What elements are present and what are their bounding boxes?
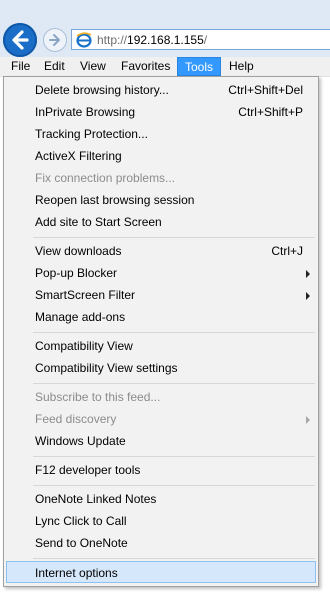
menu-view[interactable]: View xyxy=(73,57,113,76)
tools-dropdown-menu: Delete browsing history... Ctrl+Shift+De… xyxy=(3,76,319,587)
menu-help[interactable]: Help xyxy=(222,57,261,76)
menu-item-delete-browsing-history[interactable]: Delete browsing history... Ctrl+Shift+De… xyxy=(6,79,316,101)
menu-item-label: Pop-up Blocker xyxy=(35,266,118,280)
back-arrow-icon xyxy=(12,30,29,50)
url-text: http://192.168.1.155/ xyxy=(97,33,207,47)
menu-item-inprivate-browsing[interactable]: InPrivate Browsing Ctrl+Shift+P xyxy=(6,101,316,123)
menu-item-subscribe-to-feed: Subscribe to this feed... xyxy=(6,386,316,408)
menu-separator xyxy=(33,332,315,333)
menu-item-label: View downloads xyxy=(35,244,122,258)
menu-item-f12-developer-tools[interactable]: F12 developer tools xyxy=(6,459,316,481)
menu-item-shortcut: Ctrl+Shift+Del xyxy=(228,83,303,97)
menu-item-label: Delete browsing history... xyxy=(35,83,169,97)
menu-item-send-to-onenote[interactable]: Send to OneNote xyxy=(6,532,316,554)
menu-item-label: Send to OneNote xyxy=(35,536,128,550)
menu-item-lync-click-to-call[interactable]: Lync Click to Call xyxy=(6,510,316,532)
forward-arrow-icon xyxy=(49,34,60,46)
menu-item-add-to-start-screen[interactable]: Add site to Start Screen xyxy=(6,211,316,233)
menu-item-label: SmartScreen Filter xyxy=(35,288,136,302)
menu-item-windows-update[interactable]: Windows Update xyxy=(6,430,316,452)
submenu-arrow-icon xyxy=(306,292,310,300)
menu-item-compatibility-view[interactable]: Compatibility View xyxy=(6,335,316,357)
menu-item-popup-blocker[interactable]: Pop-up Blocker xyxy=(6,262,316,284)
navigation-bar: http://192.168.1.155/ xyxy=(0,0,330,57)
menu-item-label: Fix connection problems... xyxy=(35,171,176,185)
menu-item-label: Manage add-ons xyxy=(35,310,126,324)
menu-item-shortcut: Ctrl+J xyxy=(271,244,303,258)
address-bar[interactable]: http://192.168.1.155/ xyxy=(71,29,330,50)
menu-item-onenote-linked-notes[interactable]: OneNote Linked Notes xyxy=(6,488,316,510)
menu-item-shortcut: Ctrl+Shift+P xyxy=(238,105,303,119)
menu-item-label: Feed discovery xyxy=(35,412,117,426)
menu-item-label: Subscribe to this feed... xyxy=(35,390,161,404)
menu-item-smartscreen-filter[interactable]: SmartScreen Filter xyxy=(6,284,316,306)
forward-button[interactable] xyxy=(43,28,67,52)
back-button[interactable] xyxy=(3,23,37,57)
menu-item-tracking-protection[interactable]: Tracking Protection... xyxy=(6,123,316,145)
menu-item-label: Reopen last browsing session xyxy=(35,193,195,207)
menu-item-label: Compatibility View xyxy=(35,339,133,353)
menu-item-label: OneNote Linked Notes xyxy=(35,492,157,506)
menu-item-label: Add site to Start Screen xyxy=(35,215,162,229)
menu-item-label: InPrivate Browsing xyxy=(35,105,136,119)
menu-item-internet-options[interactable]: Internet options xyxy=(6,561,316,583)
menu-item-label: Internet options xyxy=(35,566,118,580)
menu-separator xyxy=(33,383,315,384)
submenu-arrow-icon xyxy=(306,416,310,424)
browser-window: http://192.168.1.155/ File Edit View Fav… xyxy=(0,0,330,596)
url-path: / xyxy=(203,33,208,47)
menu-bar: File Edit View Favorites Tools Help xyxy=(0,57,330,77)
menu-separator xyxy=(33,558,315,559)
menu-favorites[interactable]: Favorites xyxy=(114,57,177,76)
menu-edit[interactable]: Edit xyxy=(37,57,72,76)
menu-item-label: Lync Click to Call xyxy=(35,514,127,528)
internet-explorer-icon xyxy=(76,32,92,48)
menu-item-activex-filtering[interactable]: ActiveX Filtering xyxy=(6,145,316,167)
menu-item-compatibility-view-settings[interactable]: Compatibility View settings xyxy=(6,357,316,379)
menu-item-fix-connection-problems: Fix connection problems... xyxy=(6,167,316,189)
menu-item-reopen-last-session[interactable]: Reopen last browsing session xyxy=(6,189,316,211)
menu-item-manage-add-ons[interactable]: Manage add-ons xyxy=(6,306,316,328)
menu-item-label: Windows Update xyxy=(35,434,126,448)
menu-separator xyxy=(33,237,315,238)
submenu-arrow-icon xyxy=(306,270,310,278)
menu-item-label: F12 developer tools xyxy=(35,463,141,477)
menu-item-label: Tracking Protection... xyxy=(35,127,148,141)
menu-item-feed-discovery: Feed discovery xyxy=(6,408,316,430)
menu-tools[interactable]: Tools xyxy=(177,57,222,76)
menu-separator xyxy=(33,456,315,457)
menu-item-label: Compatibility View settings xyxy=(35,361,178,375)
menu-file[interactable]: File xyxy=(4,57,37,76)
menu-item-label: ActiveX Filtering xyxy=(35,149,122,163)
url-scheme: http:// xyxy=(97,33,128,47)
url-host: 192.168.1.155 xyxy=(127,33,204,47)
menu-separator xyxy=(33,485,315,486)
menu-item-view-downloads[interactable]: View downloads Ctrl+J xyxy=(6,240,316,262)
